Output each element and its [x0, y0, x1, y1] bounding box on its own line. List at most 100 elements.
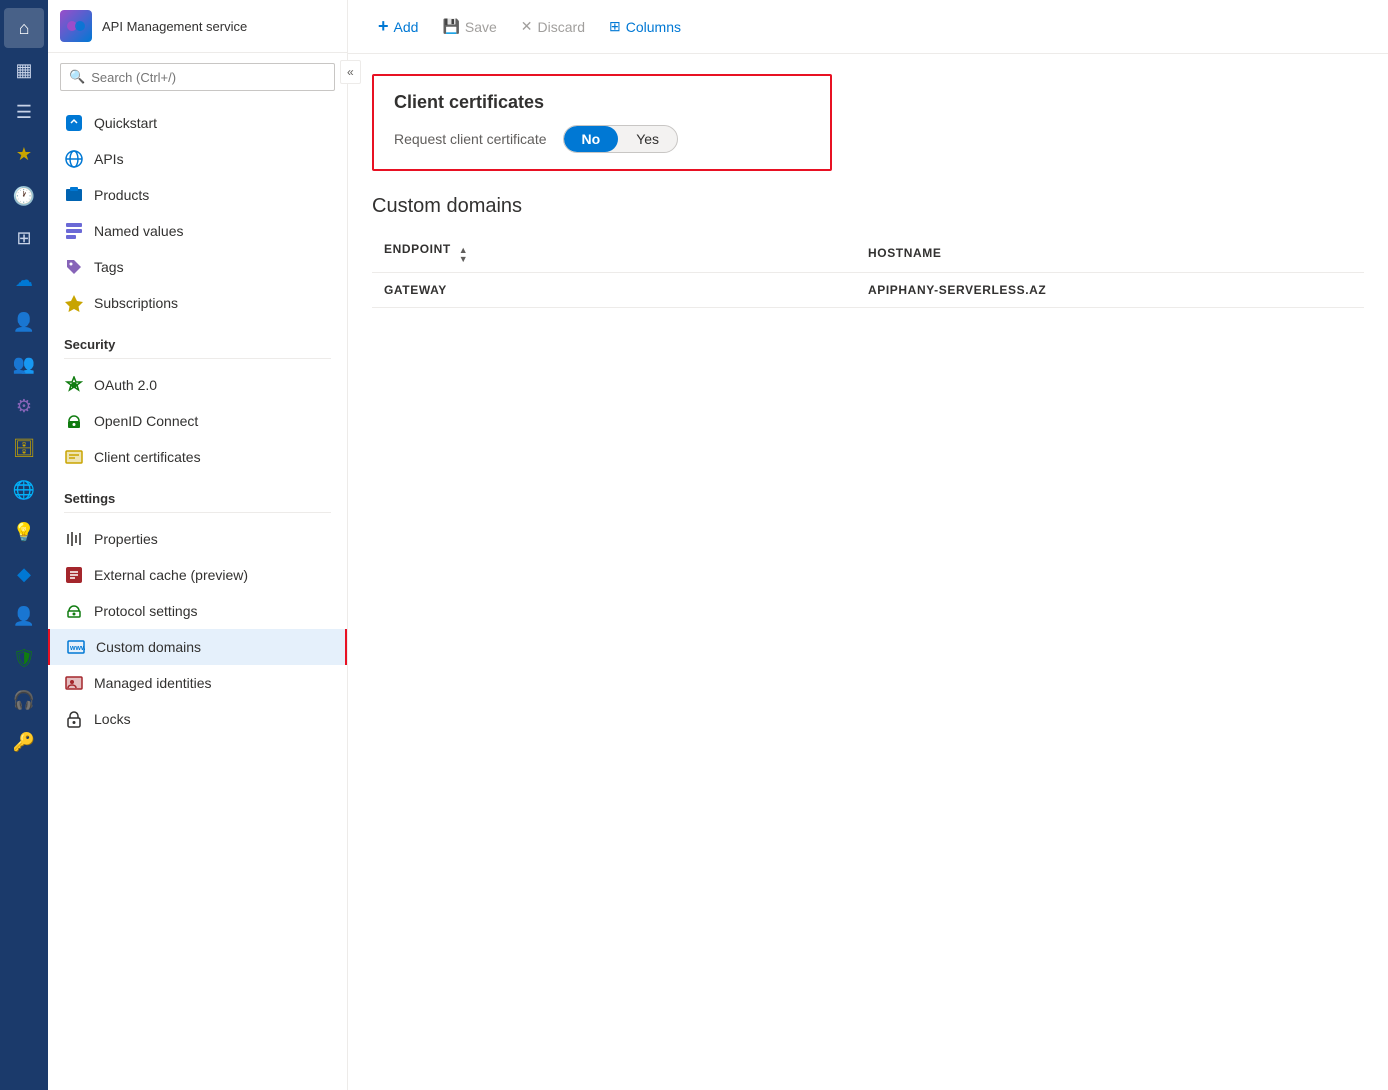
custom-domains-section: Custom domains ENDPOINT ▲▼ HOSTNAME Gate…: [372, 195, 1364, 308]
sidebar-item-apis[interactable]: APIs: [48, 141, 347, 177]
sidebar-item-locks[interactable]: Locks: [48, 701, 347, 737]
person2-nav-icon[interactable]: 👤: [4, 596, 44, 636]
discard-label: Discard: [538, 19, 585, 35]
cert-card-row: Request client certificate No Yes: [394, 125, 810, 153]
custom-domains-table-header: ENDPOINT ▲▼ HOSTNAME: [372, 234, 1364, 273]
group-nav-icon[interactable]: 👥: [4, 344, 44, 384]
service-title: API Management service: [102, 19, 247, 34]
collapse-sidebar-button[interactable]: «: [340, 60, 361, 84]
custom-domains-title: Custom domains: [372, 195, 1364, 218]
sidebar-item-products[interactable]: Products: [48, 177, 347, 213]
diamond-nav-icon[interactable]: ◆: [4, 554, 44, 594]
settings-divider: [64, 512, 331, 513]
menu-nav-icon[interactable]: ☰: [4, 92, 44, 132]
columns-label: Columns: [626, 19, 681, 35]
endpoint-column-header[interactable]: ENDPOINT ▲▼: [384, 242, 868, 264]
custom-domains-icon: www: [66, 637, 86, 657]
database-nav-icon[interactable]: 🗄: [4, 428, 44, 468]
client-certs-icon: [64, 447, 84, 467]
icon-bar: ⌂ ▦ ☰ ★ 🕐 ⊞ ☁ 👤 👥 ⚙ 🗄 🌐 💡 ◆ 👤 🛡 🎧 🔑: [0, 0, 48, 1090]
dashboard-nav-icon[interactable]: ▦: [4, 50, 44, 90]
gateway-endpoint-cell: Gateway: [384, 283, 868, 297]
ext-cache-icon: [64, 565, 84, 585]
cloud-nav-icon[interactable]: ☁: [4, 260, 44, 300]
managed-identities-label: Managed identities: [94, 675, 212, 691]
discard-icon: ✕: [521, 18, 533, 35]
sidebar-item-managed-identities[interactable]: Managed identities: [48, 665, 347, 701]
toggle-yes[interactable]: Yes: [618, 126, 677, 152]
quickstart-icon: [64, 113, 84, 133]
main-content: + Add 💾 Save ✕ Discard ⊞ Columns Client …: [348, 0, 1388, 1090]
locks-label: Locks: [94, 711, 131, 727]
headset-nav-icon[interactable]: 🎧: [4, 680, 44, 720]
openid-icon: [64, 411, 84, 431]
quickstart-label: Quickstart: [94, 115, 157, 131]
sidebar-item-tags[interactable]: Tags: [48, 249, 347, 285]
sidebar-item-subscriptions[interactable]: Subscriptions: [48, 285, 347, 321]
managed-identities-icon: [64, 673, 84, 693]
person-nav-icon[interactable]: 👤: [4, 302, 44, 342]
ext-cache-label: External cache (preview): [94, 567, 248, 583]
apis-label: APIs: [94, 151, 124, 167]
cert-request-label: Request client certificate: [394, 131, 547, 147]
protocol-settings-icon: [64, 601, 84, 621]
cert-card-title: Client certificates: [394, 92, 810, 113]
search-icon: 🔍: [69, 69, 85, 85]
security-section-label: Security: [48, 321, 347, 358]
properties-label: Properties: [94, 531, 158, 547]
grid-nav-icon[interactable]: ⊞: [4, 218, 44, 258]
hostname-column-header: HOSTNAME: [868, 246, 1352, 260]
named-values-icon: [64, 221, 84, 241]
service-logo: [60, 10, 92, 42]
save-icon: 💾: [442, 18, 459, 35]
discard-button[interactable]: ✕ Discard: [511, 12, 595, 41]
subscriptions-label: Subscriptions: [94, 295, 178, 311]
endpoint-sort-icons[interactable]: ▲▼: [459, 246, 469, 264]
subscriptions-icon: [64, 293, 84, 313]
gateway-hostname-cell: apiphany-serverless.az: [868, 283, 1352, 297]
named-values-label: Named values: [94, 223, 184, 239]
gear-nav-icon[interactable]: ⚙: [4, 386, 44, 426]
save-button[interactable]: 💾 Save: [432, 12, 506, 41]
products-icon: [64, 185, 84, 205]
favorites-nav-icon[interactable]: ★: [4, 134, 44, 174]
protocol-settings-label: Protocol settings: [94, 603, 198, 619]
key-nav-icon[interactable]: 🔑: [4, 722, 44, 762]
home-nav-icon[interactable]: ⌂: [4, 8, 44, 48]
sidebar-item-quickstart[interactable]: Quickstart: [48, 105, 347, 141]
sidebar-header: API Management service: [48, 0, 347, 53]
search-input[interactable]: [91, 70, 326, 85]
openid-label: OpenID Connect: [94, 413, 198, 429]
locks-icon: [64, 709, 84, 729]
bulb-nav-icon[interactable]: 💡: [4, 512, 44, 552]
products-label: Products: [94, 187, 149, 203]
shield-nav-icon[interactable]: 🛡: [4, 638, 44, 678]
recent-nav-icon[interactable]: 🕐: [4, 176, 44, 216]
columns-button[interactable]: ⊞ Columns: [599, 12, 691, 41]
save-label: Save: [465, 19, 497, 35]
add-icon: +: [378, 16, 389, 37]
toggle-no[interactable]: No: [564, 126, 619, 152]
search-box[interactable]: 🔍: [60, 63, 335, 91]
oauth-icon: [64, 375, 84, 395]
security-divider: [64, 358, 331, 359]
sidebar-item-oauth[interactable]: OAuth 2.0: [48, 367, 347, 403]
add-button[interactable]: + Add: [368, 10, 428, 43]
cert-toggle[interactable]: No Yes: [563, 125, 679, 153]
toolbar: + Add 💾 Save ✕ Discard ⊞ Columns: [348, 0, 1388, 54]
oauth-label: OAuth 2.0: [94, 377, 157, 393]
apis-icon: [64, 149, 84, 169]
columns-icon: ⊞: [609, 18, 621, 35]
sidebar: API Management service 🔍 Quickstart APIs…: [48, 0, 348, 1090]
add-label: Add: [394, 19, 419, 35]
sidebar-item-ext-cache[interactable]: External cache (preview): [48, 557, 347, 593]
sidebar-item-custom-domains[interactable]: www Custom domains: [48, 629, 347, 665]
sidebar-item-client-certs[interactable]: Client certificates: [48, 439, 347, 475]
network-nav-icon[interactable]: 🌐: [4, 470, 44, 510]
sidebar-item-properties[interactable]: Properties: [48, 521, 347, 557]
client-certs-label: Client certificates: [94, 449, 201, 465]
sidebar-item-openid[interactable]: OpenID Connect: [48, 403, 347, 439]
table-row[interactable]: Gateway apiphany-serverless.az: [372, 273, 1364, 308]
sidebar-item-protocol-settings[interactable]: Protocol settings: [48, 593, 347, 629]
sidebar-item-named-values[interactable]: Named values: [48, 213, 347, 249]
